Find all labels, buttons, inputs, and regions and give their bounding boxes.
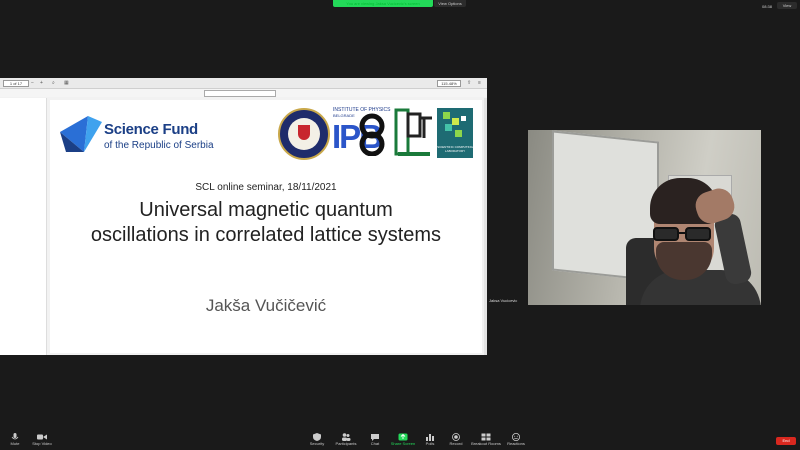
talk-title: Universal magnetic quantum oscillations …: [90, 199, 442, 246]
zoom-in-icon[interactable]: +: [40, 80, 43, 86]
record-button[interactable]: Record: [441, 433, 471, 449]
breakout-rooms-button[interactable]: Breakout Rooms: [471, 433, 501, 449]
shield-icon: [313, 433, 321, 441]
find-input[interactable]: [204, 90, 276, 97]
chat-bubble-icon: [371, 434, 379, 441]
scrollbar[interactable]: [484, 98, 487, 355]
bar-chart-icon: [426, 434, 434, 441]
share-screen-button[interactable]: Share Screen: [388, 433, 418, 449]
science-fund-logo-icon: [60, 116, 102, 152]
people-icon: [342, 433, 351, 441]
participant-name-label: Jaksa Vucicevic: [489, 298, 518, 303]
share-arrow-icon: [398, 433, 408, 441]
funder-subtitle: of the Republic of Serbia: [104, 140, 214, 151]
grid-rooms-icon: [481, 433, 491, 441]
chat-button[interactable]: Chat: [360, 433, 390, 449]
reactions-button[interactable]: Reactions: [501, 433, 531, 449]
view-options-button[interactable]: View Options: [434, 0, 466, 7]
share-icon[interactable]: ⇪: [467, 80, 471, 86]
menu-icon[interactable]: ≡: [478, 80, 481, 86]
microphone-icon: [11, 433, 19, 440]
zoom-out-icon[interactable]: −: [31, 80, 34, 86]
scl-emblem-icon: [443, 112, 466, 137]
zoom-select[interactable]: 115.48%: [437, 80, 461, 87]
pdf-toolbar: 1 of 17 − + ⌕ ▦ 115.48% ⇪ ≡: [0, 78, 487, 89]
clock: 08:38: [762, 4, 773, 9]
record-icon: [452, 433, 460, 441]
find-bar: [0, 89, 487, 97]
funder-name: Science Fund: [104, 121, 198, 138]
slide-page: Science Fund of the Republic of Serbia I…: [50, 100, 482, 353]
stop-video-button[interactable]: Stop Video: [27, 433, 57, 449]
participant-video[interactable]: [528, 130, 761, 305]
university-seal-icon: [278, 108, 330, 160]
mute-button[interactable]: Mute: [0, 433, 30, 449]
search-icon[interactable]: ⌕: [52, 80, 55, 86]
view-button[interactable]: View: [777, 2, 797, 9]
security-button[interactable]: Security: [302, 433, 332, 449]
meeting-toolbar: Mute Stop Video Security Participants Ch…: [0, 432, 800, 450]
scl-logo: SCIENTIFIC COMPUTING LABORATORY: [437, 108, 473, 158]
thumbnail-sidebar: [0, 98, 47, 355]
seminar-line: SCL online seminar, 18/11/2021: [195, 182, 337, 193]
author-name: Jakša Vučičević: [205, 296, 327, 315]
grid-icon[interactable]: ▦: [64, 80, 69, 86]
end-meeting-button[interactable]: End: [776, 437, 796, 445]
shared-screen: 1 of 17 − + ⌕ ▦ 115.48% ⇪ ≡ Science Fund…: [0, 78, 487, 355]
participants-button[interactable]: Participants: [331, 433, 361, 449]
lab-logo-icon: [394, 108, 434, 158]
camera-icon: [37, 434, 47, 440]
glasses-icon: [653, 227, 711, 241]
smiley-icon: [512, 433, 520, 441]
viewing-banner: You are viewing Jaksa Vucicevic's screen: [333, 0, 433, 7]
ipb-emblem-icon: [359, 113, 385, 156]
page-indicator[interactable]: 1 of 17: [3, 80, 29, 87]
